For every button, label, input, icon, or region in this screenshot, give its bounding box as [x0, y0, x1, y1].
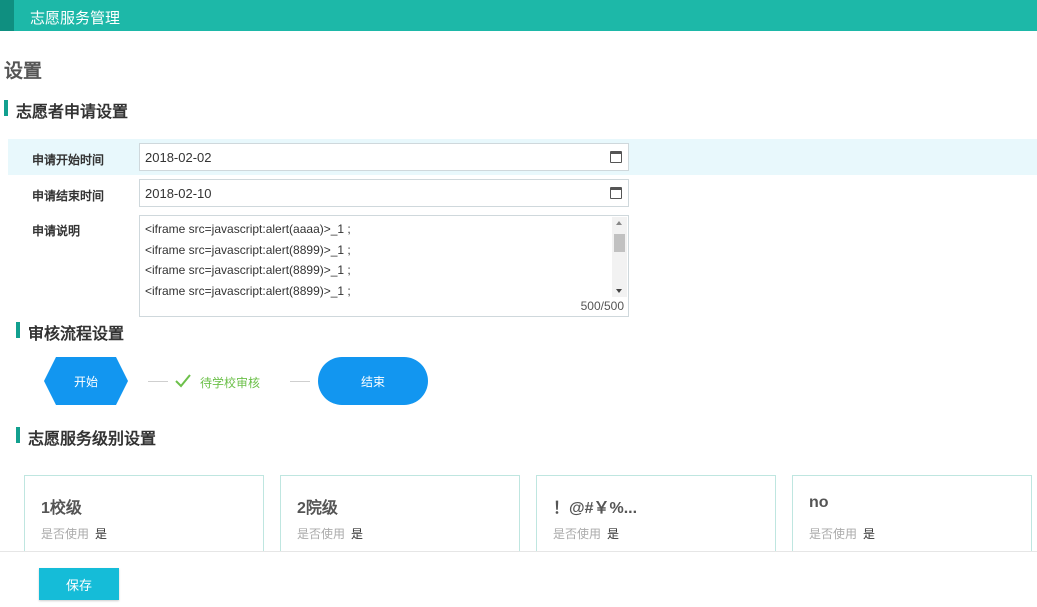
section-title: 志愿者申请设置: [16, 104, 129, 121]
description-label: 申请说明: [32, 224, 81, 238]
level-name: no: [809, 494, 829, 511]
level-use-value: 是: [607, 527, 620, 541]
header-accent-strip: [0, 0, 14, 31]
level-name: 1校级: [41, 500, 82, 517]
level-use-label: 是否使用: [809, 527, 858, 541]
end-time-label: 申请结束时间: [32, 189, 105, 203]
section-application-settings: 志愿者申请设置: [4, 98, 128, 122]
character-counter: 500/500: [580, 299, 624, 313]
level-name: ！@#￥%...: [553, 500, 638, 517]
level-use-value: 是: [95, 527, 108, 541]
description-textarea[interactable]: <iframe src=javascript:alert(aaaa)>_1 ; …: [139, 215, 629, 317]
section-service-levels: 志愿服务级别设置: [16, 425, 156, 449]
description-line: <iframe src=javascript:alert(8899)>_1 ;: [145, 242, 351, 257]
level-name: 2院级: [297, 500, 338, 517]
flow-step-label: 待学校审核: [200, 376, 261, 390]
section-marker: [16, 427, 20, 443]
level-use-value: 是: [351, 527, 364, 541]
start-date-value: 2018-02-02: [145, 150, 212, 165]
top-header-bar: 志愿服务管理: [0, 0, 1037, 31]
scroll-down-arrow-icon[interactable]: [616, 289, 622, 293]
footer-bar: 保存: [0, 551, 1037, 607]
scroll-thumb[interactable]: [614, 234, 625, 252]
level-use-label: 是否使用: [297, 527, 346, 541]
flow-connector: [148, 381, 168, 382]
app-title: 志愿服务管理: [30, 10, 121, 27]
scroll-up-arrow-icon[interactable]: [616, 221, 622, 225]
description-line: <iframe src=javascript:alert(8899)>_1 ;: [145, 263, 351, 277]
flow-start-label: 开始: [73, 375, 98, 389]
save-button[interactable]: 保存: [39, 568, 119, 600]
flow-end-node: 结束: [318, 357, 428, 405]
start-date-input[interactable]: 2018-02-02: [139, 143, 629, 171]
start-time-label: 申请开始时间: [32, 153, 105, 167]
flow-connector: [290, 381, 310, 382]
level-use-value: 是: [863, 527, 876, 541]
flow-start-node: 开始: [44, 357, 128, 405]
description-text: <iframe src=javascript:alert(aaaa)>_1 ; …: [145, 219, 351, 301]
section-marker: [4, 100, 8, 116]
end-date-value: 2018-02-10: [145, 186, 212, 201]
section-marker: [16, 322, 20, 338]
description-line: <iframe src=javascript:alert(aaaa)>_1 ;: [145, 222, 351, 236]
section-title: 审核流程设置: [28, 326, 125, 343]
description-line: <iframe src=javascript:alert(8899)>_1 ;: [145, 283, 351, 298]
textarea-scrollbar[interactable]: [612, 217, 627, 297]
end-date-input[interactable]: 2018-02-10: [139, 179, 629, 207]
calendar-icon[interactable]: [610, 151, 622, 163]
form-row-end-time: 申请结束时间 2018-02-10: [8, 175, 1037, 211]
level-use-label: 是否使用: [41, 527, 90, 541]
flow-end-label: 结束: [360, 375, 385, 389]
section-title: 志愿服务级别设置: [28, 431, 157, 448]
section-review-flow: 审核流程设置: [16, 320, 124, 344]
check-icon: [175, 374, 191, 388]
form-row-start-time: 申请开始时间 2018-02-02: [8, 139, 1037, 175]
calendar-icon[interactable]: [610, 187, 622, 199]
level-use-label: 是否使用: [553, 527, 602, 541]
page-title: 设置: [4, 61, 43, 82]
